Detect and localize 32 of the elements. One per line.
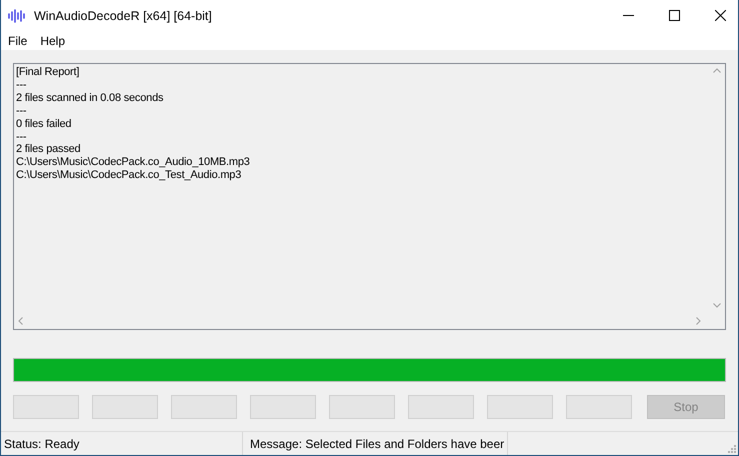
blank-button[interactable] [487, 395, 553, 419]
status-text: Status: Ready [1, 432, 243, 455]
log-line: C:\Users\Music\CodecPack.co_Audio_10MB.mp3 [16, 156, 251, 170]
scroll-right-icon[interactable] [696, 316, 701, 324]
blank-button[interactable] [171, 395, 237, 419]
status-message: Message: Selected Files and Folders have beer [243, 432, 508, 455]
minimize-icon[interactable] [623, 15, 634, 16]
blank-button[interactable] [13, 395, 79, 419]
log-line: 0 files failed [16, 118, 72, 131]
log-line: 2 files passed [16, 143, 82, 156]
maximize-icon[interactable] [669, 10, 680, 21]
menu-item[interactable]: Help [40, 34, 66, 48]
blank-button[interactable] [408, 395, 474, 419]
close-icon[interactable] [715, 10, 726, 21]
log-line: --- [16, 78, 28, 92]
menu-item[interactable]: File [8, 34, 28, 48]
window-title: WinAudioDecodeR [x64] [64-bit] [34, 8, 212, 22]
resize-grip-icon[interactable] [728, 445, 736, 453]
blank-button[interactable] [92, 395, 158, 419]
waveform-icon [8, 8, 26, 22]
blank-button[interactable] [250, 395, 316, 419]
scroll-up-icon[interactable] [712, 68, 720, 73]
log-text-area[interactable]: [Final Report] --- 2 files scanned in 0.08 seconds --- 0 files failed --- 2 files passed C:\Users\Music\CodecPack.co_Audio_10MB.mp3 C:\Users\Music\CodecPack.co_Test_Audio.mp3 [13, 63, 726, 330]
log-line: [Final Report] [16, 66, 80, 79]
scroll-left-icon[interactable] [18, 316, 23, 324]
log-line: --- [16, 104, 28, 118]
log-line: --- [16, 130, 28, 144]
blank-button[interactable] [329, 395, 395, 419]
log-line: 2 files scanned in 0.08 seconds [16, 92, 164, 105]
blank-button[interactable] [566, 395, 632, 419]
scroll-down-icon[interactable] [712, 303, 720, 308]
log-line: C:\Users\Music\CodecPack.co_Test_Audio.mp3 [16, 169, 242, 182]
